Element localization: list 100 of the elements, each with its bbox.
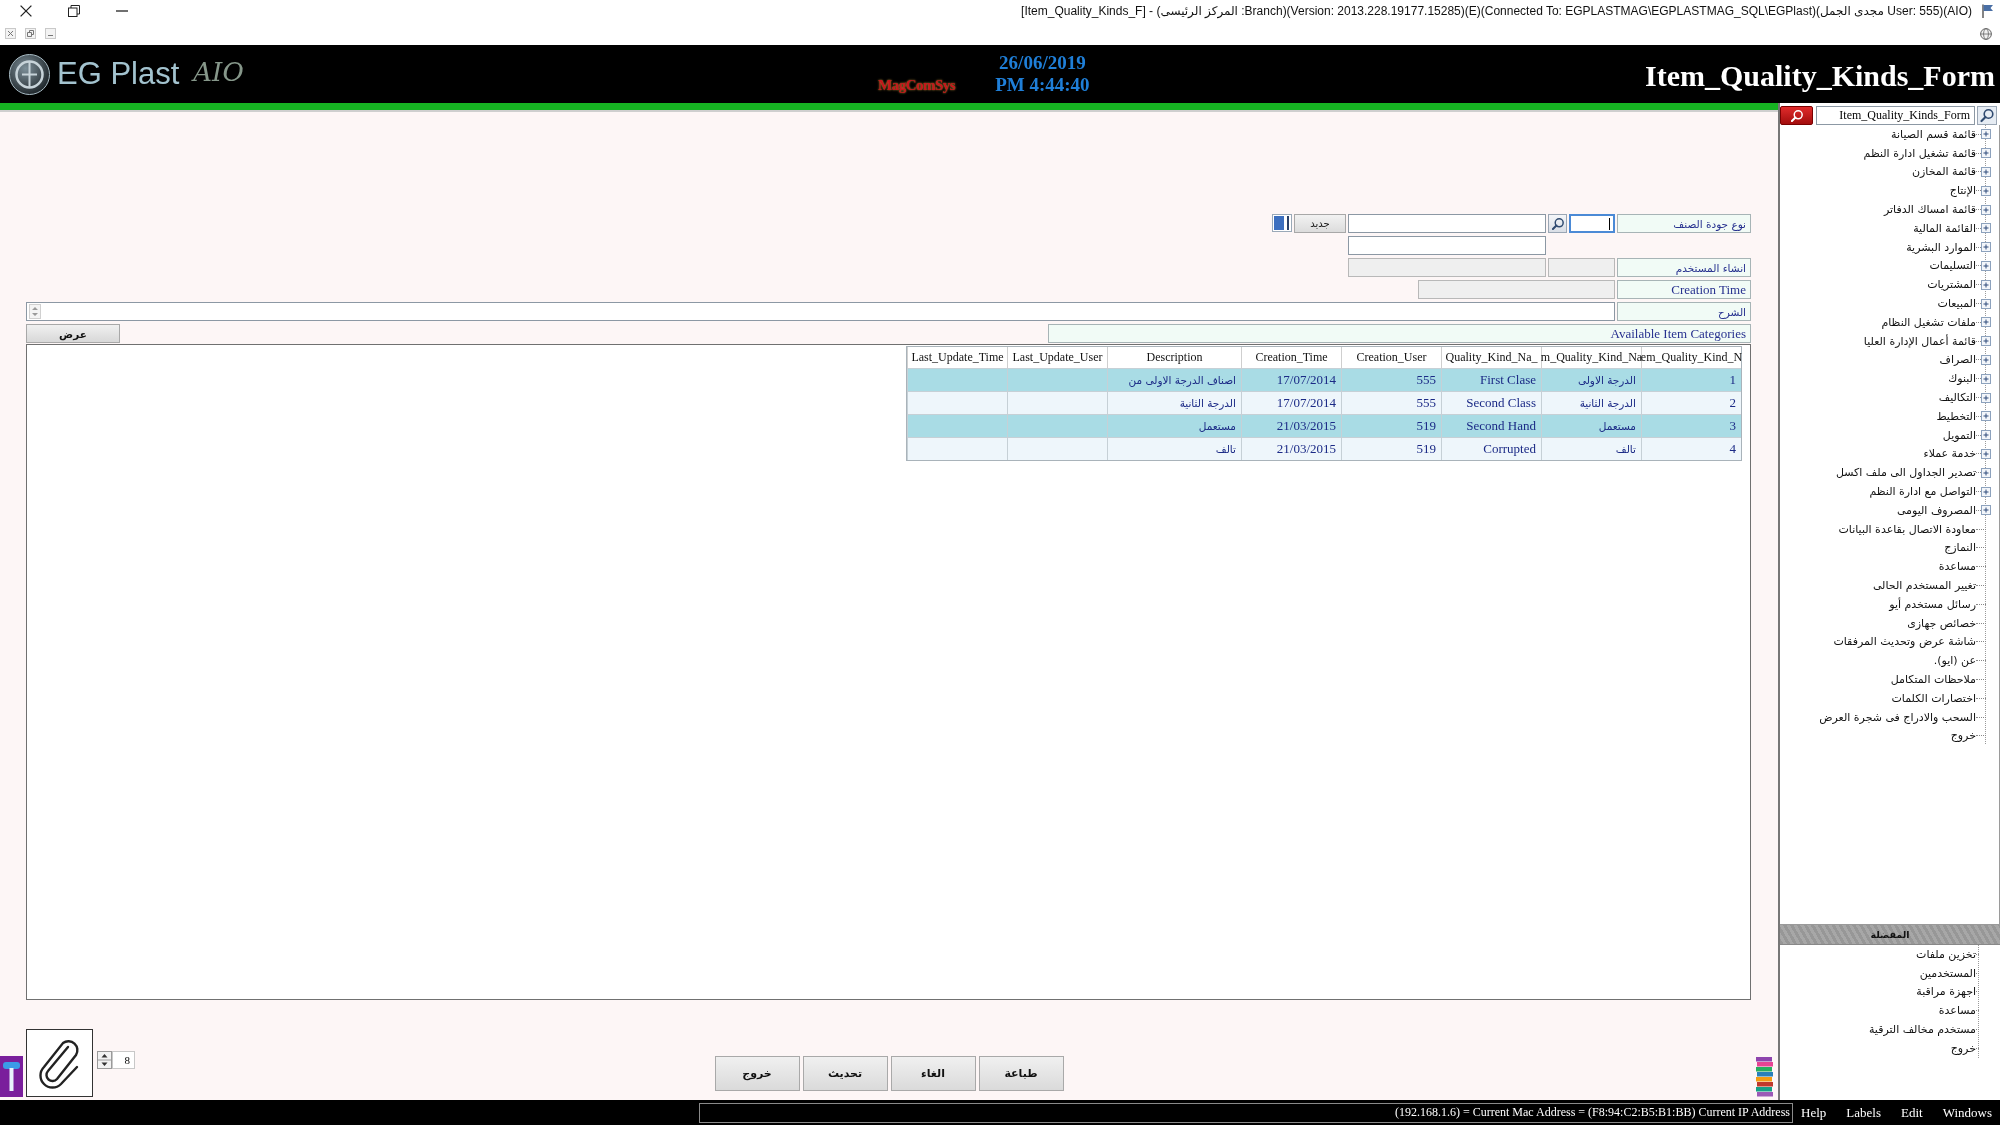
- tree-item[interactable]: القائمة المالية: [1913, 219, 1991, 238]
- tree-item[interactable]: شاشة عرض وتحديث المرفقات: [1833, 632, 1991, 652]
- spinner-arrows-icon[interactable]: [97, 1051, 112, 1069]
- text-field[interactable]: [1348, 214, 1546, 233]
- favorite-item[interactable]: مستخدم مخالف الترقية: [1868, 1020, 1979, 1039]
- logo-script-text: AIO: [193, 56, 244, 87]
- favorite-item[interactable]: المستخدمين: [1919, 963, 1979, 983]
- favorite-item[interactable]: اجهزة مراقبة: [1916, 982, 1979, 1002]
- tree-item[interactable]: قائمة المخازن: [1911, 162, 1991, 182]
- expand-icon[interactable]: [1981, 129, 1991, 140]
- expand-icon[interactable]: [1981, 204, 1991, 215]
- expand-icon[interactable]: [1981, 486, 1991, 497]
- tree-item[interactable]: المبيعات: [1937, 294, 1991, 313]
- window-title: [Item_Quality_Kinds_F] - (المركز الرئيسى :Branch)(Version: 2013.228.19177.15285)(E)(Connected To: EGPLASTMAG\EGPLASTMAG_SQL\EGPlast)(مجدى الجمل User: 555)(AIO): [1021, 4, 1972, 18]
- expand-icon[interactable]: [1981, 298, 1991, 309]
- tree-item[interactable]: قائمة تشغيل ادارة النظم: [1863, 143, 1991, 163]
- expand-icon[interactable]: [1981, 223, 1991, 234]
- expand-icon[interactable]: [1981, 317, 1991, 328]
- tree-item[interactable]: قائمة أعمال الإدارة العليا: [1863, 331, 1991, 351]
- tree-item[interactable]: خدمة عملاء: [1923, 444, 1991, 464]
- table-cell: 4: [1641, 438, 1741, 460]
- tree-item[interactable]: التمويل: [1942, 425, 1991, 445]
- expand-icon[interactable]: [1981, 448, 1991, 459]
- close-icon[interactable]: [20, 5, 32, 17]
- tree-item[interactable]: التسليمات: [1929, 256, 1991, 276]
- menu-item[interactable]: Edit: [1901, 1104, 1923, 1121]
- tree-item[interactable]: رسائل مستخدم أيو: [1889, 594, 1991, 614]
- code-field[interactable]: [1569, 214, 1615, 233]
- tree-item[interactable]: اختصارات الكلمات: [1891, 688, 1991, 708]
- favorite-item[interactable]: تخزين ملفات: [1916, 945, 1979, 964]
- expand-icon[interactable]: [1981, 505, 1991, 516]
- spinner-field[interactable]: 8: [112, 1051, 135, 1069]
- tree-item[interactable]: التخطيط: [1936, 406, 1991, 426]
- expand-icon[interactable]: [1981, 185, 1991, 196]
- tree-item[interactable]: معاودة الاتصال بقاعدة البيانات: [1838, 519, 1991, 539]
- tree-item[interactable]: التكاليف: [1938, 388, 1991, 407]
- expand-icon[interactable]: [1981, 373, 1991, 384]
- tree-item[interactable]: ملفات تشغيل النظام: [1881, 312, 1991, 332]
- tree-item[interactable]: خروج: [1950, 726, 1991, 746]
- menu-item[interactable]: Help: [1801, 1104, 1827, 1121]
- search-button[interactable]: [1548, 214, 1567, 233]
- expand-icon[interactable]: [1981, 167, 1991, 177]
- expand-icon[interactable]: [1981, 336, 1991, 347]
- text-field[interactable]: [26, 302, 1615, 321]
- favorite-item[interactable]: مساعدة: [1938, 1001, 1979, 1021]
- expand-icon[interactable]: [1981, 354, 1991, 365]
- text-field[interactable]: [1348, 236, 1546, 255]
- status-text: (192.168.1.6) = Current Mac Address = (F8:94:C2:B5:B1:BB) Current IP Address: [699, 1102, 1793, 1123]
- text-field[interactable]: [1348, 258, 1546, 277]
- new-button[interactable]: جديد: [1294, 214, 1346, 233]
- search-field[interactable]: Item_Quality_Kinds_Form: [1816, 106, 1975, 125]
- menu-item[interactable]: Labels: [1846, 1104, 1881, 1121]
- tree-item[interactable]: خصائص جهازى: [1907, 613, 1991, 633]
- tree-item[interactable]: المشتريات: [1927, 275, 1991, 295]
- show-button[interactable]: عرض: [26, 324, 120, 343]
- expand-icon[interactable]: [1981, 392, 1991, 403]
- tree-item[interactable]: مساعدة: [1938, 557, 1991, 577]
- tree-item[interactable]: قائمة قسم الصيانة: [1891, 125, 1991, 144]
- tree-item[interactable]: الإنتاج: [1949, 181, 1991, 201]
- tree-item[interactable]: التواصل مع ادارة النظم: [1869, 482, 1991, 501]
- tree-item[interactable]: قائمة امساك الدفاتر: [1883, 200, 1991, 219]
- expand-icon[interactable]: [1981, 411, 1991, 422]
- field-label: نوع جودة الصنف: [1617, 214, 1751, 233]
- expand-icon[interactable]: [1981, 260, 1991, 271]
- text-field[interactable]: [1548, 258, 1615, 277]
- tree-item[interactable]: ملاحظات المتكامل: [1890, 670, 1991, 689]
- action-button[interactable]: تحديث: [802, 1056, 888, 1091]
- window-icon[interactable]: [1272, 214, 1292, 232]
- side-tab-icon[interactable]: [0, 1056, 23, 1097]
- attachment-button[interactable]: [26, 1029, 93, 1097]
- search-icon[interactable]: [1977, 106, 1997, 125]
- expand-icon[interactable]: [1981, 467, 1991, 478]
- search-icon: [1551, 217, 1564, 230]
- field-label: انشاء المستخدم: [1617, 258, 1751, 277]
- tree-item[interactable]: النمازج: [1944, 538, 1991, 558]
- action-button[interactable]: طباعة: [978, 1056, 1064, 1091]
- tree-item[interactable]: عن (ايو).: [1933, 651, 1991, 671]
- text-field[interactable]: [1418, 280, 1615, 299]
- tree-item[interactable]: تغيير المستخدم الحالى: [1872, 576, 1991, 595]
- expand-icon[interactable]: [1981, 148, 1991, 159]
- tree-item[interactable]: السحب والادراج فى شجرة العرض: [1819, 707, 1991, 727]
- favorite-item[interactable]: خروج: [1950, 1039, 1979, 1058]
- tree-item[interactable]: الموارد البشرية: [1906, 237, 1991, 257]
- tree-item[interactable]: المصروف اليومى: [1896, 500, 1991, 520]
- flag-icon[interactable]: [1982, 4, 1994, 18]
- scroll-arrows-icon[interactable]: [29, 304, 41, 319]
- action-button[interactable]: خروج: [714, 1056, 800, 1091]
- table-cell: تالف: [1107, 438, 1241, 460]
- expand-icon[interactable]: [1981, 279, 1991, 290]
- menu-item[interactable]: Windows: [1942, 1104, 1992, 1121]
- tree-item[interactable]: تصدير الجداول الى ملف اكسل: [1835, 463, 1991, 483]
- tree-item[interactable]: الصراف: [1939, 350, 1991, 370]
- search-button[interactable]: [1780, 106, 1813, 125]
- action-button[interactable]: الغاء: [890, 1056, 976, 1091]
- books-icon[interactable]: [1756, 1057, 1773, 1097]
- tree-item[interactable]: البنوك: [1948, 369, 1991, 389]
- expand-icon[interactable]: [1981, 430, 1991, 441]
- restore-icon[interactable]: [68, 5, 80, 17]
- globe-icon[interactable]: [1980, 27, 1992, 40]
- expand-icon[interactable]: [1981, 242, 1991, 253]
